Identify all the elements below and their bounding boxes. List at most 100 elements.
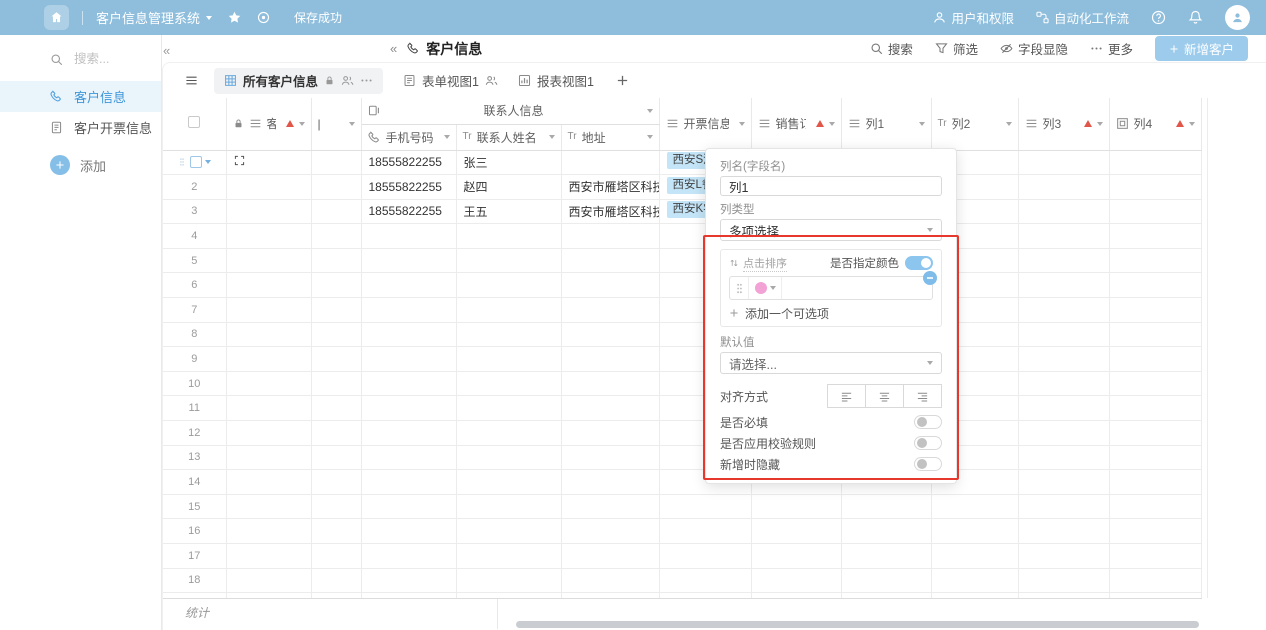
more-action[interactable]: 更多 <box>1090 39 1133 58</box>
grid-cell[interactable] <box>361 421 456 446</box>
grid-cell[interactable] <box>1109 494 1201 519</box>
row-number[interactable]: 5 <box>163 248 226 273</box>
column-header[interactable]: Tr列2 <box>931 98 1018 150</box>
grid-cell[interactable] <box>561 445 659 470</box>
grid-cell[interactable] <box>311 396 361 421</box>
grid-cell[interactable] <box>1109 396 1201 421</box>
grid-cell[interactable] <box>226 322 311 347</box>
grid-cell[interactable] <box>841 519 931 544</box>
grid-cell[interactable] <box>456 224 561 249</box>
grid-cell[interactable] <box>226 445 311 470</box>
nav-user-permissions[interactable]: 用户和权限 <box>933 8 1014 27</box>
grid-cell[interactable] <box>1018 273 1109 298</box>
grid-cell[interactable] <box>226 298 311 323</box>
grid-cell[interactable] <box>1109 322 1201 347</box>
grid-cell[interactable] <box>226 396 311 421</box>
grid-cell[interactable] <box>1018 494 1109 519</box>
grid-cell[interactable] <box>561 519 659 544</box>
app-title[interactable]: 客户信息管理系统 <box>96 8 212 27</box>
grid-cell[interactable] <box>1018 298 1109 323</box>
grid-cell[interactable] <box>931 568 1018 593</box>
grid-cell[interactable] <box>1018 470 1109 495</box>
grid-cell[interactable] <box>1109 470 1201 495</box>
search-action[interactable]: 搜索 <box>870 39 913 58</box>
more-dots-icon[interactable] <box>360 74 373 87</box>
grid-cell[interactable] <box>561 371 659 396</box>
grid-cell[interactable] <box>456 494 561 519</box>
grid-cell[interactable] <box>311 445 361 470</box>
grid-cell[interactable] <box>311 298 361 323</box>
grid-cell[interactable] <box>751 519 841 544</box>
grid-cell[interactable] <box>226 273 311 298</box>
grid-cell[interactable] <box>561 322 659 347</box>
grid-cell[interactable] <box>1018 347 1109 372</box>
grid-cell[interactable] <box>561 568 659 593</box>
row-number[interactable]: 11 <box>163 396 226 421</box>
remove-option-button[interactable] <box>923 271 937 285</box>
grid-cell[interactable] <box>311 371 361 396</box>
grid-cell[interactable] <box>456 396 561 421</box>
column-header[interactable]: 列1 <box>841 98 931 150</box>
grid-cell[interactable] <box>561 298 659 323</box>
grid-cell[interactable] <box>361 544 456 569</box>
grid-cell[interactable] <box>226 347 311 372</box>
grid-cell[interactable] <box>456 519 561 544</box>
row-number[interactable]: 16 <box>163 519 226 544</box>
grid-cell[interactable] <box>659 568 751 593</box>
row-number[interactable]: 15 <box>163 494 226 519</box>
grid-cell[interactable] <box>1109 519 1201 544</box>
grid-cell[interactable] <box>361 396 456 421</box>
grid-cell[interactable] <box>1018 150 1109 175</box>
grid-cell[interactable] <box>226 199 311 224</box>
column-header[interactable]: 销售订单 <box>751 98 841 150</box>
row-number[interactable]: 8 <box>163 322 226 347</box>
grid-cell[interactable] <box>311 421 361 446</box>
view-list-icon[interactable] <box>185 74 198 87</box>
column-group-header[interactable]: 联系人信息 <box>361 98 659 124</box>
horizontal-scrollbar[interactable] <box>516 621 1199 628</box>
align-left-button[interactable] <box>827 384 866 408</box>
grid-cell[interactable] <box>226 568 311 593</box>
grid-cell[interactable] <box>311 494 361 519</box>
grid-cell[interactable] <box>1018 248 1109 273</box>
column-header[interactable]: 开票信息 <box>659 98 751 150</box>
grid-cell[interactable] <box>1018 519 1109 544</box>
grid-cell[interactable] <box>1109 175 1201 200</box>
avatar[interactable] <box>1225 5 1250 30</box>
grid-cell[interactable] <box>841 568 931 593</box>
grid-cell[interactable] <box>311 224 361 249</box>
row-number[interactable]: 3 <box>163 199 226 224</box>
column-header[interactable]: 手机号码 <box>361 124 456 150</box>
grid-cell[interactable] <box>311 199 361 224</box>
grid-cell[interactable] <box>561 224 659 249</box>
grid-cell[interactable] <box>751 568 841 593</box>
grid-cell[interactable] <box>1109 445 1201 470</box>
column-header[interactable]: 列3 <box>1018 98 1109 150</box>
grid-cell[interactable] <box>226 544 311 569</box>
grid-cell[interactable] <box>931 519 1018 544</box>
column-header[interactable]: | <box>311 98 361 150</box>
grid-cell[interactable] <box>561 421 659 446</box>
option-drag-handle[interactable] <box>730 277 749 299</box>
grid-cell[interactable] <box>226 494 311 519</box>
grid-cell[interactable] <box>561 396 659 421</box>
row-number[interactable]: 13 <box>163 445 226 470</box>
grid-cell[interactable] <box>1018 175 1109 200</box>
tab-form-view-1[interactable]: 表单视图1 <box>403 71 498 90</box>
grid-cell[interactable] <box>361 248 456 273</box>
grid-cell[interactable] <box>311 568 361 593</box>
grid-cell[interactable] <box>1018 199 1109 224</box>
grid-cell[interactable] <box>1018 371 1109 396</box>
row-number[interactable]: 7 <box>163 298 226 323</box>
grid-cell[interactable] <box>226 175 311 200</box>
option-text-input[interactable] <box>781 277 932 299</box>
panel-collapse-button[interactable]: « <box>390 41 397 56</box>
grid-cell[interactable] <box>1109 273 1201 298</box>
align-right-button[interactable] <box>904 384 942 408</box>
grid-cell[interactable] <box>456 445 561 470</box>
row-number[interactable]: 17 <box>163 544 226 569</box>
grid-cell[interactable]: 王五 <box>456 199 561 224</box>
grid-cell[interactable] <box>659 494 751 519</box>
grid-cell[interactable] <box>1018 322 1109 347</box>
row-number[interactable]: 2 <box>163 175 226 200</box>
